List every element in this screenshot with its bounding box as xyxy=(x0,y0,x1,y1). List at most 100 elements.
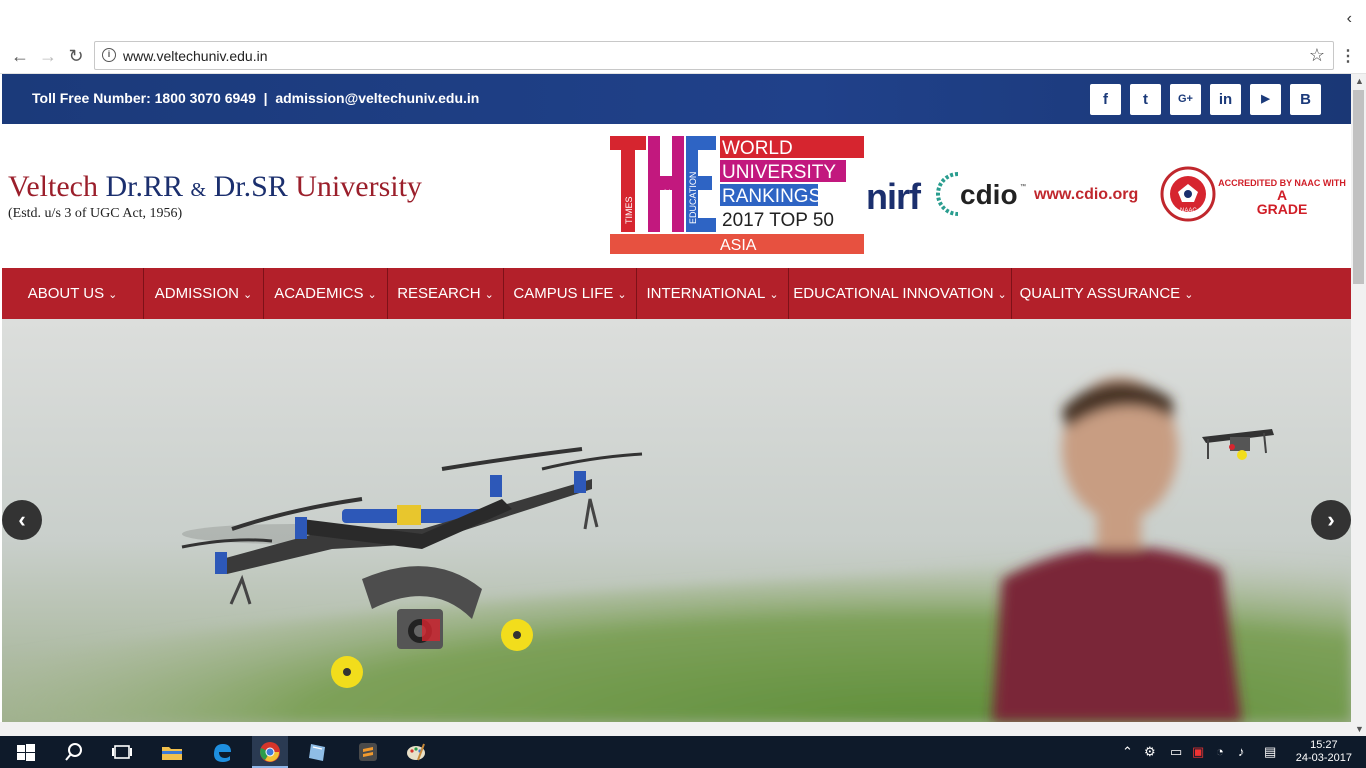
horizontal-scrollbar-area xyxy=(0,722,1351,736)
keyboard-icon[interactable]: ▤ xyxy=(1264,744,1276,760)
scroll-up-icon[interactable]: ▲ xyxy=(1355,76,1364,86)
nav-research[interactable]: RESEARCH ⌄ xyxy=(388,268,504,319)
the-rankings: RANKINGS xyxy=(722,186,821,207)
main-navigation: ABOUT US ⌄ ADMISSION ⌄ ACADEMICS ⌄ RESEARCH… xyxy=(2,268,1351,319)
naac-seal-icon: NAAC xyxy=(1160,166,1216,222)
the-side-higher: HIGHER xyxy=(662,188,672,224)
the-side-times: TIMES xyxy=(624,196,634,224)
establishment-text: (Estd. u/s 3 of UGC Act, 1956) xyxy=(8,206,183,221)
chevron-down-icon: ⌄ xyxy=(367,289,377,301)
cdio-logo: cdio ™ xyxy=(936,172,1026,216)
vertical-scrollbar[interactable]: ▲ ▼ xyxy=(1351,74,1366,736)
system-clock[interactable]: 15:27 24-03-2017 xyxy=(1296,739,1352,765)
network-devices-icon[interactable]: ⚙ xyxy=(1144,744,1156,760)
chevron-down-icon: ⌄ xyxy=(108,289,118,301)
naac-seal-text: NAAC xyxy=(1180,208,1197,214)
windows-taskbar: ⌃ ⚙ ▭ ▣ ◔ ♪ ▤ 15:27 24-03-2017 xyxy=(0,736,1366,768)
brand-drrr: Dr.RR xyxy=(105,170,191,203)
cdio-text: cdio xyxy=(960,179,1018,210)
chevron-left-icon[interactable]: ‹ xyxy=(1347,10,1352,28)
youtube-icon[interactable]: ▶ xyxy=(1250,84,1281,115)
chrome-icon[interactable] xyxy=(258,740,282,764)
twitter-icon[interactable]: t xyxy=(1130,84,1161,115)
forward-arrow-icon[interactable]: → xyxy=(36,44,60,68)
file-explorer-icon[interactable] xyxy=(160,740,184,764)
the-rankings-logo: TIMES HIGHER EDUCATION WORLD UNIVERSITY … xyxy=(610,136,864,254)
nav-label: EDUCATIONAL INNOVATION xyxy=(793,285,994,302)
facebook-icon[interactable]: f xyxy=(1090,84,1121,115)
hero-image xyxy=(2,319,1351,722)
the-asia: ASIA xyxy=(720,237,757,254)
clock-date: 24-03-2017 xyxy=(1295,752,1352,764)
cdio-url[interactable]: www.cdio.org xyxy=(1034,186,1138,204)
nav-international[interactable]: INTERNATIONAL ⌄ xyxy=(637,268,789,319)
chevron-down-icon: ⌄ xyxy=(1184,289,1194,301)
nav-label: CAMPUS LIFE xyxy=(513,285,614,302)
back-arrow-icon[interactable]: ← xyxy=(8,44,32,68)
hero-slider: ‹ › xyxy=(2,319,1351,722)
google-plus-icon[interactable]: G+ xyxy=(1170,84,1201,115)
contact-bar: Toll Free Number: 1800 3070 6949 | admis… xyxy=(2,74,1351,124)
app-icon-book[interactable] xyxy=(306,740,330,764)
nav-label: ADMISSION xyxy=(154,285,239,302)
brand-amp: & xyxy=(190,179,207,201)
clock-time: 15:27 xyxy=(1310,739,1338,751)
scrollbar-thumb[interactable] xyxy=(1353,90,1364,284)
chevron-down-icon: ⌄ xyxy=(484,289,494,301)
brand-university: University xyxy=(295,170,422,203)
university-brand[interactable]: Veltech Dr.RR & Dr.SR University (Estd. … xyxy=(8,170,422,222)
address-bar[interactable]: i www.veltechuniv.edu.in ☆ xyxy=(94,41,1334,70)
cdio-tm: ™ xyxy=(1020,183,1026,190)
chevron-down-icon: ⌄ xyxy=(242,289,253,301)
nav-label: ACADEMICS xyxy=(274,285,364,302)
info-icon[interactable]: i xyxy=(102,48,116,62)
nav-admission[interactable]: ADMISSION ⌄ xyxy=(144,268,264,319)
browser-titlebar: ‹ xyxy=(0,0,1366,38)
search-icon[interactable] xyxy=(62,740,86,764)
university-name[interactable]: Veltech Dr.RR & Dr.SR University xyxy=(8,170,422,204)
contact-info: Toll Free Number: 1800 3070 6949 | admis… xyxy=(32,90,480,106)
blogger-icon[interactable]: B xyxy=(1290,84,1321,115)
web-page: Toll Free Number: 1800 3070 6949 | admis… xyxy=(2,74,1351,722)
nav-quality-assurance[interactable]: QUALITY ASSURANCE ⌄ xyxy=(1012,268,1201,319)
chevron-up-icon[interactable]: ⌃ xyxy=(1122,744,1133,760)
nav-educational-innovation[interactable]: EDUCATIONAL INNOVATION ⌄ xyxy=(789,268,1012,319)
the-side-education: EDUCATION xyxy=(688,172,698,224)
nav-label: RESEARCH xyxy=(397,285,481,302)
chevron-down-icon: ⌄ xyxy=(617,289,627,301)
sublime-text-icon[interactable] xyxy=(356,740,380,764)
edge-browser-icon[interactable] xyxy=(210,740,234,764)
naac-line2: A xyxy=(1276,187,1288,203)
bookmark-star-icon[interactable]: ☆ xyxy=(1309,45,1325,66)
slider-next-button[interactable]: › xyxy=(1311,500,1351,540)
chevron-down-icon: ⌄ xyxy=(769,289,779,301)
the-world: WORLD xyxy=(722,138,793,159)
battery-icon[interactable]: ▭ xyxy=(1170,744,1182,760)
brand-drsr: Dr.SR xyxy=(206,170,296,203)
paint-icon[interactable] xyxy=(404,740,428,764)
the-university: UNIVERSITY xyxy=(722,162,836,183)
linkedin-icon[interactable]: in xyxy=(1210,84,1241,115)
wifi-icon[interactable]: ◔ xyxy=(1216,744,1224,759)
the-top50: 2017 TOP 50 xyxy=(722,210,834,231)
naac-accreditation: ACCREDITED BY NAAC WITH A GRADE xyxy=(1214,178,1350,216)
chevron-down-icon: ⌄ xyxy=(997,289,1007,301)
volume-icon[interactable]: ♪ xyxy=(1238,744,1245,759)
reload-icon[interactable]: ↻ xyxy=(64,44,88,68)
url-text[interactable]: www.veltechuniv.edu.in xyxy=(123,48,267,64)
nav-label: INTERNATIONAL xyxy=(646,285,766,302)
task-view-icon[interactable] xyxy=(110,740,134,764)
nav-about-us[interactable]: ABOUT US ⌄ xyxy=(2,268,144,319)
windows-start-icon[interactable] xyxy=(14,740,38,764)
browser-menu-icon[interactable]: ⋮ xyxy=(1340,46,1356,66)
antivirus-icon[interactable]: ▣ xyxy=(1192,744,1204,760)
nirf-logo: nirf xyxy=(866,176,921,217)
nav-label: QUALITY ASSURANCE xyxy=(1019,285,1181,302)
slider-prev-button[interactable]: ‹ xyxy=(2,500,42,540)
scroll-down-icon[interactable]: ▼ xyxy=(1355,724,1364,734)
nav-campus-life[interactable]: CAMPUS LIFE ⌄ xyxy=(504,268,637,319)
nav-academics[interactable]: ACADEMICS ⌄ xyxy=(264,268,388,319)
browser-toolbar: ← → ↻ i www.veltechuniv.edu.in ☆ ⋮ xyxy=(0,38,1366,74)
brand-veltech: Veltech xyxy=(8,170,106,203)
naac-line3: GRADE xyxy=(1256,201,1308,217)
